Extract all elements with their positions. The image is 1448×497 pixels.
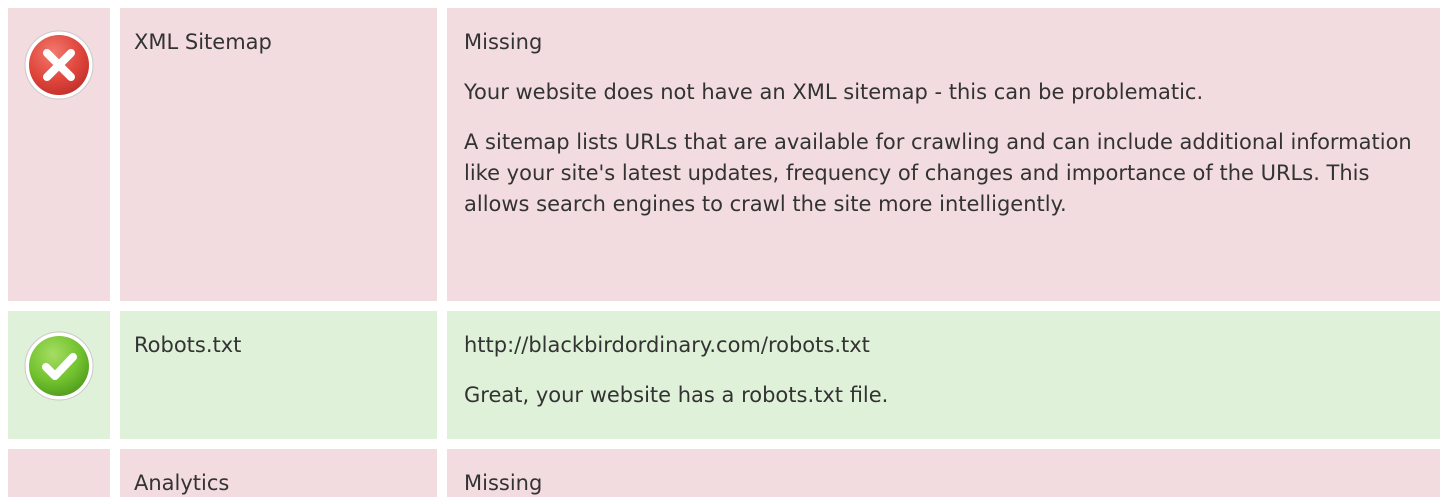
status-cell bbox=[8, 449, 110, 497]
result-status: Missing bbox=[464, 30, 543, 54]
error-x-icon bbox=[24, 30, 94, 100]
check-label: Robots.txt bbox=[134, 333, 242, 357]
check-result-cell: Missing Your website does not have an XM… bbox=[447, 8, 1440, 301]
status-cell bbox=[8, 8, 110, 301]
check-result-cell: Missing bbox=[447, 449, 1440, 497]
result-summary: Great, your website has a robots.txt fil… bbox=[464, 383, 889, 407]
check-label-cell: XML Sitemap bbox=[120, 8, 437, 301]
status-cell bbox=[8, 311, 110, 439]
result-status: Missing bbox=[464, 471, 543, 495]
seo-report-table: XML Sitemap Missing Your website does no… bbox=[0, 0, 1448, 497]
result-description: A sitemap lists URLs that are available … bbox=[464, 130, 1412, 216]
check-label: Analytics bbox=[134, 471, 230, 495]
robots-url-link[interactable]: http://blackbirdordinary.com/robots.txt bbox=[464, 330, 1428, 361]
check-label-cell: Analytics bbox=[120, 449, 437, 497]
check-label: XML Sitemap bbox=[134, 30, 272, 54]
check-result-cell: http://blackbirdordinary.com/robots.txt … bbox=[447, 311, 1440, 439]
check-label-cell: Robots.txt bbox=[120, 311, 437, 439]
report-row-xml-sitemap: XML Sitemap Missing Your website does no… bbox=[0, 8, 1448, 301]
report-row-analytics: Analytics Missing bbox=[0, 449, 1448, 497]
result-summary: Your website does not have an XML sitema… bbox=[464, 80, 1204, 104]
check-icon bbox=[24, 331, 94, 401]
report-row-robots-txt: Robots.txt http://blackbirdordinary.com/… bbox=[0, 311, 1448, 439]
